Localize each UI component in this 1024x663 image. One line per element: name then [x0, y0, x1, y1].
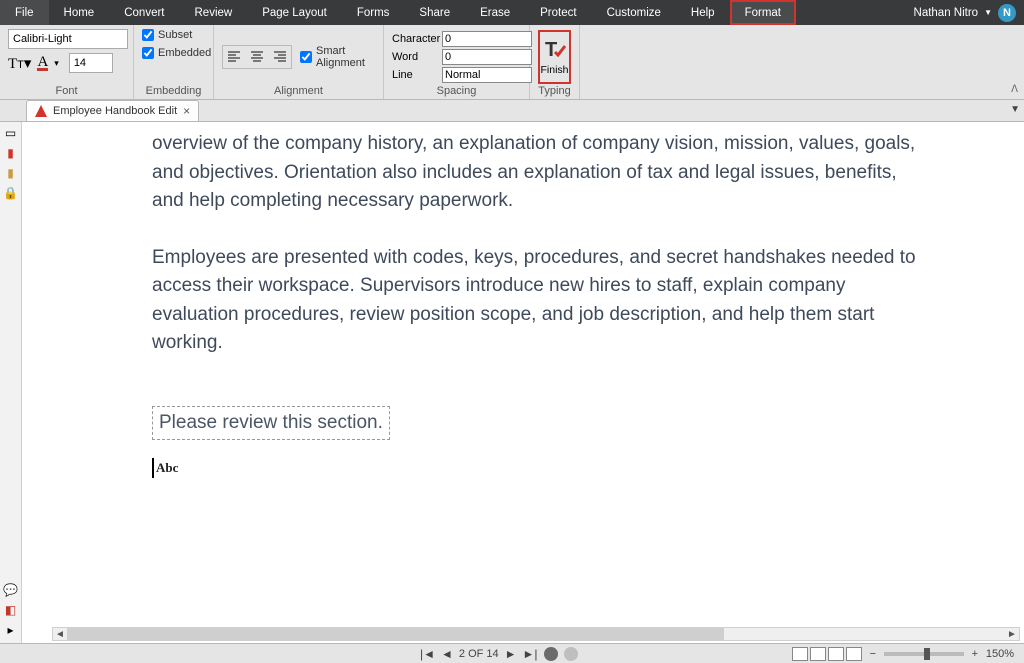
label-word: Word [392, 51, 442, 63]
alignment-buttons [222, 45, 292, 69]
user-menu[interactable]: Nathan Nitro ▼ N [914, 4, 1024, 22]
left-panel-bar: ▭ ▮ ▮ 🔒 💬 ◧ ▸ [0, 122, 22, 643]
group-label-typing: Typing [538, 85, 571, 99]
next-view-button[interactable] [564, 647, 578, 661]
finish-icon: T [543, 38, 567, 62]
paragraph-1: overview of the company history, an expl… [152, 130, 926, 216]
chevron-down-icon: ▼ [984, 8, 992, 17]
line-spacing-select[interactable] [442, 67, 532, 83]
page-indicator: 2 OF 14 [459, 648, 499, 660]
avatar: N [998, 4, 1016, 22]
group-alignment: Smart Alignment Alignment [214, 25, 384, 99]
embedded-checkbox[interactable]: Embedded [142, 47, 211, 59]
status-bar: |◄ ◄ 2 OF 14 ► ►| − + 150% [0, 643, 1024, 663]
menu-help[interactable]: Help [676, 0, 730, 25]
font-size-select[interactable] [69, 53, 113, 73]
menu-erase[interactable]: Erase [465, 0, 525, 25]
menu-convert[interactable]: Convert [109, 0, 179, 25]
last-page-button[interactable]: ►| [523, 647, 538, 661]
view-single-button[interactable] [792, 647, 808, 661]
text-case-button[interactable]: TT▾ [8, 54, 31, 73]
menu-format[interactable]: Format [730, 0, 796, 25]
document-tabs: Employee Handbook Edit × ▼ [0, 100, 1024, 122]
word-spacing-input[interactable] [442, 49, 532, 65]
document-icon [35, 105, 47, 117]
view-continuous-button[interactable] [810, 647, 826, 661]
layers-panel-icon[interactable]: ▮ [4, 166, 18, 180]
zoom-out-button[interactable]: − [868, 648, 878, 660]
menu-share[interactable]: Share [404, 0, 465, 25]
svg-text:T: T [545, 39, 557, 61]
group-label-embedding: Embedding [142, 85, 205, 99]
prev-page-button[interactable]: ◄ [441, 647, 453, 661]
zoom-in-button[interactable]: + [970, 648, 980, 660]
group-spacing: Character Word Line Spacing [384, 25, 530, 99]
menu-forms[interactable]: Forms [342, 0, 405, 25]
group-typing: T Finish Typing [530, 25, 580, 99]
view-facing-continuous-button[interactable] [846, 647, 862, 661]
text-cursor-indicator: Abc [152, 458, 178, 478]
align-center-button[interactable] [246, 46, 268, 68]
font-name-select[interactable] [8, 29, 128, 49]
user-name: Nathan Nitro [914, 7, 979, 19]
tab-title: Employee Handbook Edit [53, 105, 177, 117]
main-area: ▭ ▮ ▮ 🔒 💬 ◧ ▸ overview of the company hi… [0, 122, 1024, 643]
ribbon-collapse-button[interactable]: ᐱ [1011, 84, 1018, 95]
zoom-value: 150% [986, 648, 1014, 660]
label-line: Line [392, 69, 442, 81]
tab-employee-handbook[interactable]: Employee Handbook Edit × [26, 100, 199, 121]
group-label-font: Font [8, 85, 125, 99]
font-color-button[interactable]: A [37, 56, 48, 71]
next-page-button[interactable]: ► [505, 647, 517, 661]
document-viewport[interactable]: overview of the company history, an expl… [22, 122, 1024, 643]
paragraph-2: Employees are presented with codes, keys… [152, 244, 926, 358]
view-facing-button[interactable] [828, 647, 844, 661]
more-panel-icon[interactable]: ▸ [4, 623, 18, 637]
menubar: File Home Convert Review Page Layout For… [0, 0, 1024, 25]
horizontal-scrollbar[interactable]: ◄ ► [52, 627, 1020, 641]
text-edit-box[interactable]: Please review this section. [152, 406, 390, 441]
prev-view-button[interactable] [544, 647, 558, 661]
ribbon: TT▾ A▾ Font Subset Embedded Embedding Sm… [0, 25, 1024, 100]
menu-customize[interactable]: Customize [592, 0, 676, 25]
view-mode-buttons [792, 647, 862, 661]
first-page-button[interactable]: |◄ [420, 647, 435, 661]
menu-home[interactable]: Home [49, 0, 110, 25]
bookmarks-panel-icon[interactable]: ▮ [4, 146, 18, 160]
subset-checkbox[interactable]: Subset [142, 29, 192, 41]
group-label-spacing: Spacing [392, 85, 521, 99]
smart-alignment-checkbox[interactable]: Smart Alignment [300, 45, 375, 69]
character-spacing-input[interactable] [442, 31, 532, 47]
expand-tabs-button[interactable]: ▼ [1010, 104, 1020, 115]
menu-review[interactable]: Review [180, 0, 248, 25]
finish-button[interactable]: T Finish [538, 30, 571, 84]
attachment-panel-icon[interactable]: ◧ [4, 603, 18, 617]
group-font: TT▾ A▾ Font [0, 25, 134, 99]
page-nav: |◄ ◄ 2 OF 14 ► ►| [420, 647, 578, 661]
group-label-alignment: Alignment [222, 85, 375, 99]
menu-pagelayout[interactable]: Page Layout [247, 0, 342, 25]
tab-close-button[interactable]: × [183, 104, 190, 118]
group-embedding: Subset Embedded Embedding [134, 25, 214, 99]
align-left-button[interactable] [223, 46, 245, 68]
scroll-right-button[interactable]: ► [1005, 629, 1019, 640]
zoom-control: − + 150% [868, 648, 1014, 660]
comment-panel-icon[interactable]: 💬 [4, 583, 18, 597]
pages-panel-icon[interactable]: ▭ [4, 126, 18, 140]
document-content: overview of the company history, an expl… [52, 122, 1006, 482]
menu-protect[interactable]: Protect [525, 0, 591, 25]
finish-label: Finish [540, 64, 568, 76]
align-right-button[interactable] [269, 46, 291, 68]
scroll-left-button[interactable]: ◄ [53, 629, 67, 640]
security-panel-icon[interactable]: 🔒 [4, 186, 18, 200]
label-char: Character [392, 33, 442, 45]
scroll-thumb[interactable] [67, 628, 724, 640]
menu-file[interactable]: File [0, 0, 49, 25]
zoom-slider[interactable] [884, 652, 964, 656]
